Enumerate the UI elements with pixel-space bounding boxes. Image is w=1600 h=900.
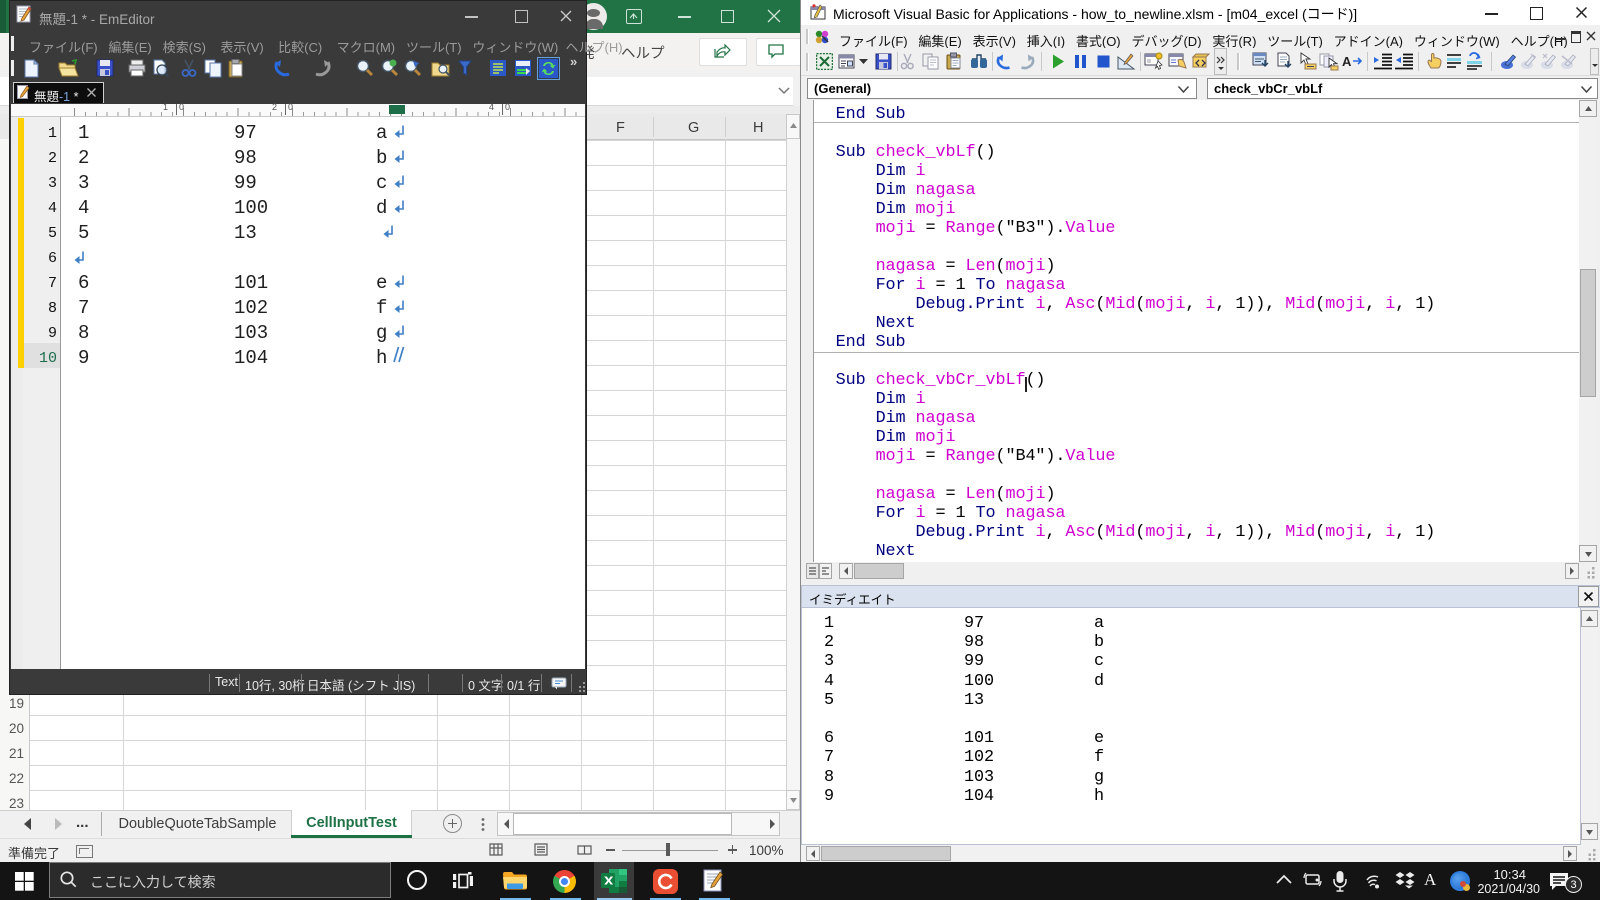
svg-text:A: A xyxy=(1342,54,1352,69)
